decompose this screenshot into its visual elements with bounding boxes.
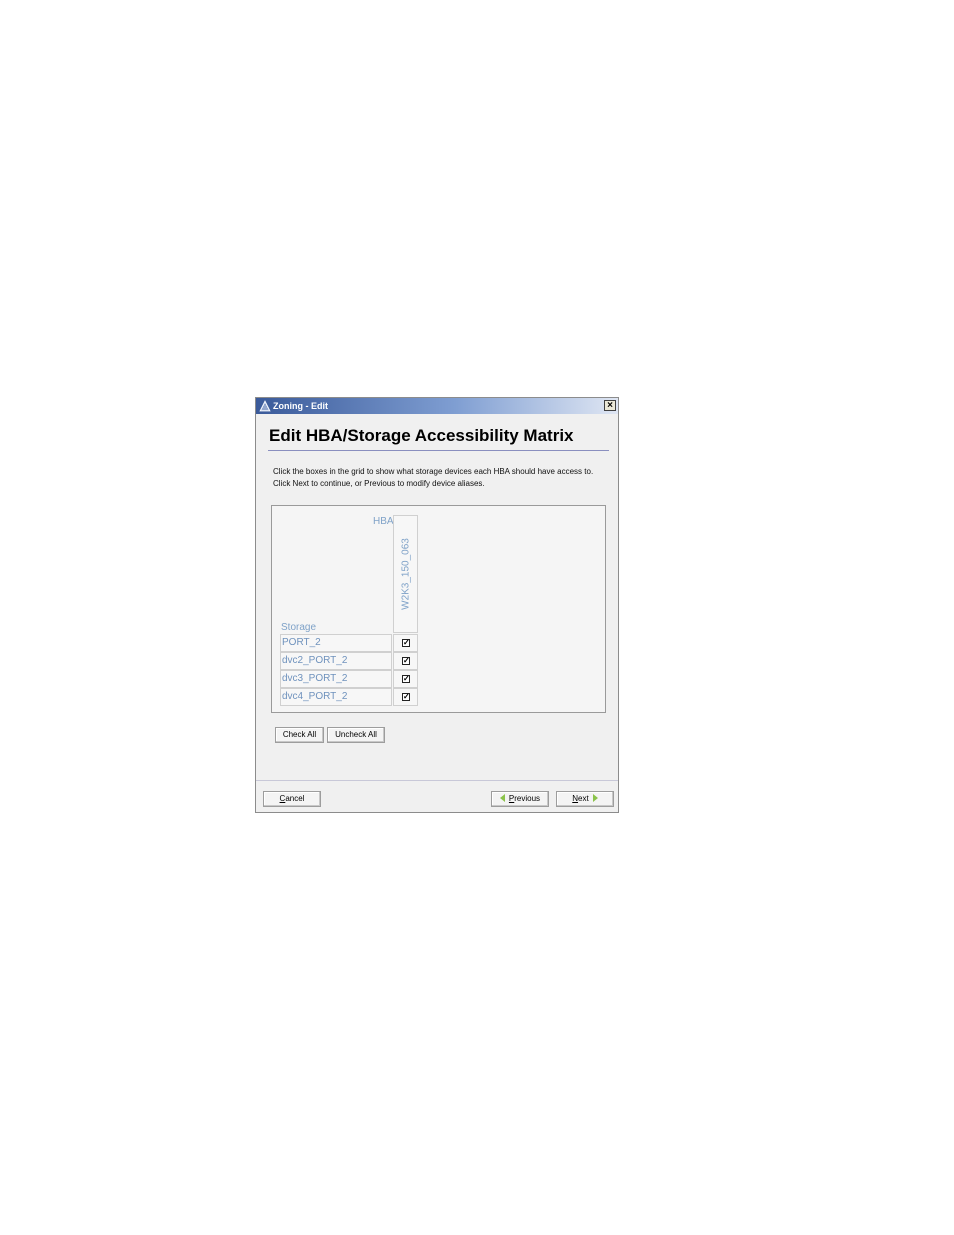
window-title: Zoning - Edit bbox=[273, 401, 328, 411]
storage-row-name: dvc3_PORT_2 bbox=[280, 670, 392, 688]
zoning-app-icon bbox=[259, 400, 271, 412]
page-title: Edit HBA/Storage Accessibility Matrix bbox=[269, 426, 574, 445]
arrow-left-icon bbox=[499, 794, 505, 803]
hba-axis-label: HBA bbox=[373, 516, 394, 527]
accessibility-matrix: HBA W2K3_150_063 Storage PORT_2 ✓ dvc2_P… bbox=[271, 505, 606, 713]
matrix-cell[interactable]: ✓ bbox=[393, 652, 418, 670]
previous-button[interactable]: Previous bbox=[491, 791, 549, 807]
instruction-line-2: Click Next to continue, or Previous to m… bbox=[273, 479, 485, 488]
instructions: Click the boxes in the grid to show what… bbox=[273, 466, 593, 490]
zoning-edit-dialog: Zoning - Edit × Edit HBA/Storage Accessi… bbox=[255, 397, 619, 813]
cancel-button[interactable]: Cancel bbox=[263, 791, 321, 807]
previous-label: revious bbox=[514, 794, 541, 803]
storage-row-name: dvc2_PORT_2 bbox=[280, 652, 392, 670]
hba-column-name: W2K3_150_063 bbox=[400, 538, 412, 610]
matrix-row: PORT_2 ✓ bbox=[280, 634, 418, 652]
matrix-row: dvc2_PORT_2 ✓ bbox=[280, 652, 418, 670]
hba-column-header[interactable]: W2K3_150_063 bbox=[393, 515, 418, 633]
title-bar[interactable]: Zoning - Edit × bbox=[256, 398, 618, 414]
arrow-right-icon bbox=[592, 794, 598, 803]
storage-row-name: PORT_2 bbox=[280, 634, 392, 652]
instruction-line-1: Click the boxes in the grid to show what… bbox=[273, 467, 594, 476]
heading-divider bbox=[268, 450, 609, 451]
matrix-cell[interactable]: ✓ bbox=[393, 634, 418, 652]
next-label: ext bbox=[578, 794, 589, 803]
matrix-row: dvc4_PORT_2 ✓ bbox=[280, 688, 418, 706]
storage-axis-label: Storage bbox=[281, 622, 317, 633]
cancel-label: ancel bbox=[285, 794, 305, 803]
storage-row-name: dvc4_PORT_2 bbox=[280, 688, 392, 706]
footer-divider bbox=[256, 780, 618, 781]
checkbox[interactable]: ✓ bbox=[402, 657, 410, 665]
checkbox[interactable]: ✓ bbox=[402, 675, 410, 683]
check-all-button[interactable]: Check All bbox=[275, 727, 324, 743]
checkbox[interactable]: ✓ bbox=[402, 639, 410, 647]
next-button[interactable]: Next bbox=[556, 791, 614, 807]
checkbox[interactable]: ✓ bbox=[402, 693, 410, 701]
uncheck-all-button[interactable]: Uncheck All bbox=[327, 727, 385, 743]
matrix-cell[interactable]: ✓ bbox=[393, 670, 418, 688]
matrix-row: dvc3_PORT_2 ✓ bbox=[280, 670, 418, 688]
close-icon[interactable]: × bbox=[604, 400, 616, 411]
matrix-cell[interactable]: ✓ bbox=[393, 688, 418, 706]
